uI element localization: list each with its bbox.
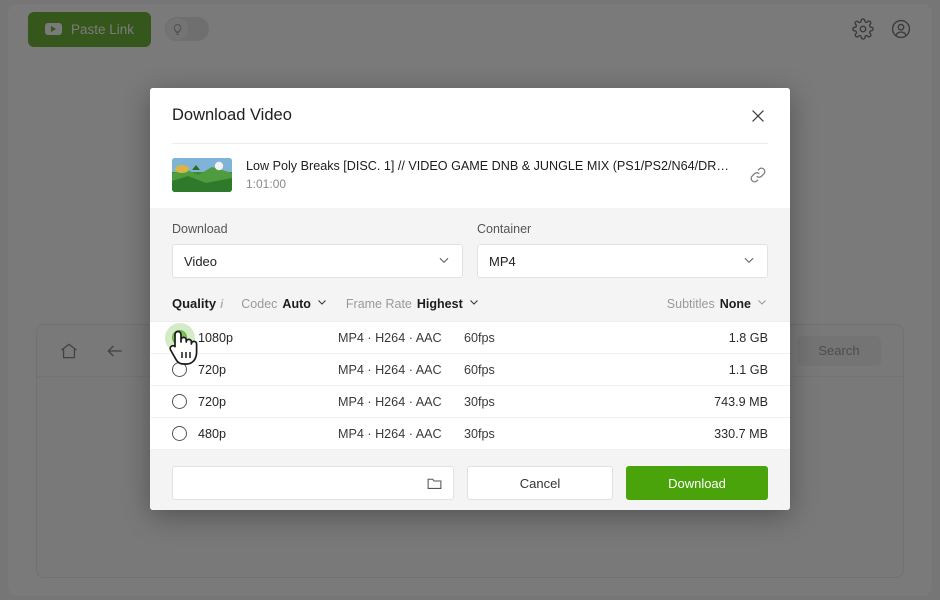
download-video-dialog: Download Video Low Poly Breaks [DISC. 1]… [150,88,790,510]
quality-row[interactable]: 1080p MP4 · H264 · AAC 60fps 1.8 GB [150,322,790,354]
quality-codec: MP4 · H264 · AAC [338,362,442,377]
container-label: Container [477,222,532,236]
container-value: MP4 [489,253,516,269]
framerate-value: Highest [416,296,463,311]
video-duration: 1:01:00 [246,177,287,191]
quality-radio[interactable] [164,322,195,353]
quality-resolution: 720p [198,394,227,409]
quality-row[interactable]: 720p MP4 · H264 · AAC 60fps 1.1 GB [150,354,790,386]
quality-fps: 60fps [464,330,495,345]
dialog-header: Download Video Low Poly Breaks [DISC. 1]… [150,88,790,208]
quality-options-bar: Quality i Codec Auto Frame Rate Highest S… [172,296,768,311]
quality-filesize: 1.1 GB [728,362,768,377]
quality-filesize: 743.9 MB [714,394,768,409]
download-type-field: Download Video [172,222,463,278]
quality-row[interactable]: 480p MP4 · H264 · AAC 30fps 330.7 MB [150,418,790,450]
info-icon[interactable]: i [220,299,223,311]
container-select[interactable]: MP4 [477,244,768,278]
quality-codec: MP4 · H264 · AAC [338,426,442,441]
quality-codec: MP4 · H264 · AAC [338,394,442,409]
quality-codec: MP4 · H264 · AAC [338,330,442,345]
quality-fps: 30fps [464,394,495,409]
subtitles-selector[interactable]: Subtitles None [667,296,768,311]
chevron-down-icon [468,296,480,311]
subtitles-value: None [719,296,751,311]
folder-icon[interactable] [426,475,443,492]
quality-row[interactable]: 720p MP4 · H264 · AAC 30fps 743.9 MB [150,386,790,418]
quality-radio[interactable] [172,362,187,377]
quality-label-text: Quality [172,296,217,311]
dialog-title: Download Video [172,106,292,124]
codec-selector[interactable]: Codec Auto [241,296,328,311]
video-thumbnail [172,158,232,192]
quality-fps: 30fps [464,426,495,441]
quality-fps: 60fps [464,362,495,377]
chevron-down-icon [316,296,328,311]
dialog-body: Download Video Container MP4 Quality i C… [150,208,790,321]
quality-label: Quality i [172,296,223,311]
quality-filesize: 330.7 MB [714,426,768,441]
download-button[interactable]: Download [626,466,768,500]
chevron-down-icon [742,253,756,270]
download-type-value: Video [184,253,218,269]
codec-label: Codec [241,296,278,311]
close-icon[interactable] [748,106,768,126]
format-fields: Download Video Container MP4 [172,222,768,278]
framerate-label: Frame Rate [345,296,412,311]
quality-filesize: 1.8 GB [728,330,768,345]
codec-value: Auto [282,296,311,311]
cancel-button[interactable]: Cancel [467,466,613,500]
quality-resolution: 480p [198,426,227,441]
video-title: Low Poly Breaks [DISC. 1] // VIDEO GAME … [246,159,734,173]
quality-resolution: 720p [198,362,227,377]
chevron-down-icon [437,253,451,270]
quality-resolution: 1080p [198,330,234,345]
link-icon[interactable] [748,165,768,185]
dialog-footer: Cancel Download [150,450,790,510]
dialog-title-row: Download Video [172,106,768,126]
container-field: Container MP4 [477,222,768,278]
quality-radio[interactable] [172,426,187,441]
save-path-input[interactable] [172,466,454,500]
framerate-selector[interactable]: Frame Rate Highest [346,296,480,311]
download-type-label: Download [172,222,228,236]
chevron-down-icon [756,296,768,311]
quality-list: 1080p MP4 · H264 · AAC 60fps 1.8 GB 720p MP4 … [150,321,790,450]
quality-radio[interactable] [172,394,187,409]
video-meta: Low Poly Breaks [DISC. 1] // VIDEO GAME … [246,159,734,191]
video-info-row: Low Poly Breaks [DISC. 1] // VIDEO GAME … [172,144,768,208]
subtitles-label: Subtitles [666,296,715,311]
download-type-select[interactable]: Video [172,244,463,278]
